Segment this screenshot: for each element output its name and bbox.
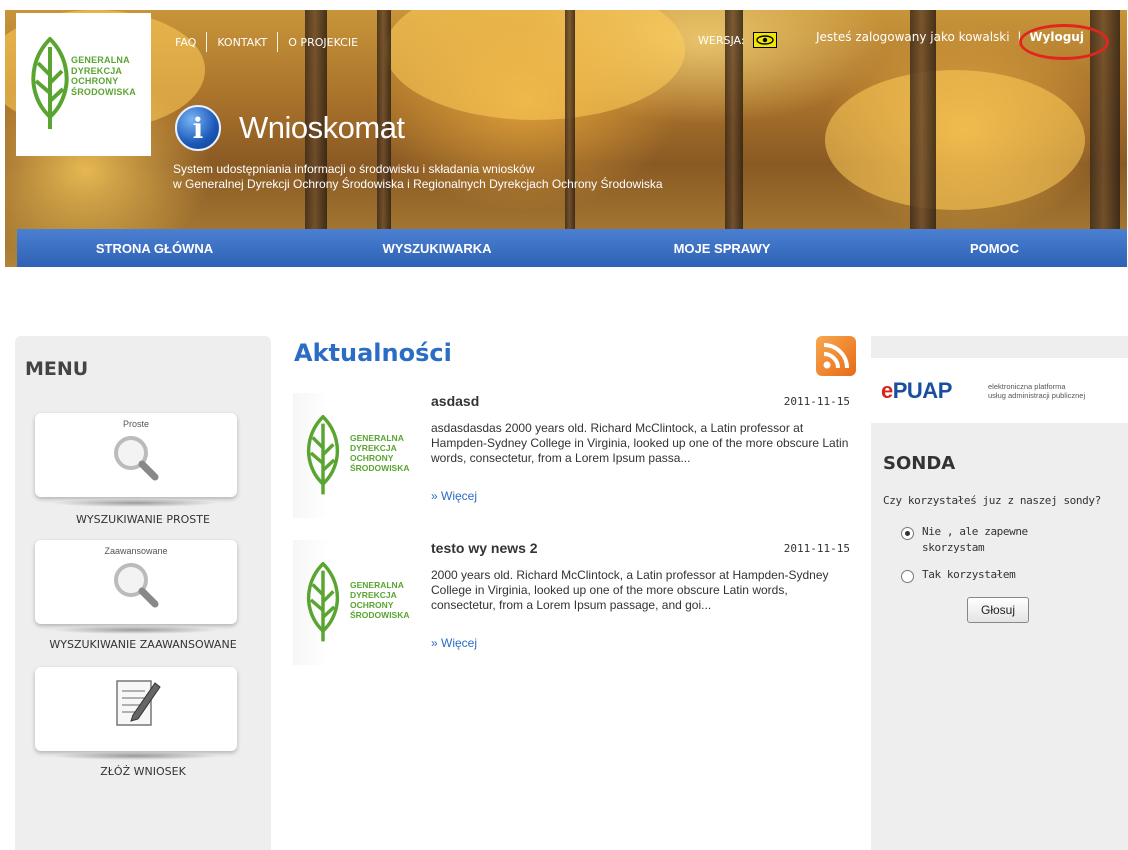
epuap-logo-rest: PUAP — [892, 378, 953, 403]
tree-trunk-decoration — [565, 10, 575, 240]
nav-my-cases[interactable]: MOJE SPRAWY — [582, 229, 862, 267]
nav-help[interactable]: POMOC — [862, 229, 1127, 267]
read-more-link[interactable]: » Więcej — [431, 489, 477, 503]
contact-link[interactable]: KONTAKT — [217, 36, 267, 49]
logo-line: OCHRONY — [350, 600, 394, 610]
tile-caption: Proste — [122, 419, 149, 429]
news-excerpt: asdasdasdas 2000 years old. Richard McCl… — [431, 421, 849, 465]
news-thumbnail: GENERALNA DYREKCJA OCHRONY ŚRODOWISKA — [293, 393, 411, 518]
left-menu: MENU Proste WYSZUKIWANIE PROSTE Zaawanso… — [15, 336, 271, 850]
epuap-desc-line: usług administracji publicznej — [988, 391, 1086, 400]
poll-option-yes[interactable]: Tak korzystałem — [901, 567, 1016, 583]
version-label: WERSJA: — [698, 33, 745, 47]
logo-line: DYREKCJA — [71, 65, 123, 76]
poll-option-no[interactable]: Nie , ale zapewne skorzystam — [901, 524, 1028, 556]
epuap-description: elektroniczna platforma usług administra… — [988, 382, 1085, 400]
right-sidebar: ePUAP elektroniczna platforma usług admi… — [871, 336, 1128, 850]
logo-line: GENERALNA — [350, 580, 404, 590]
poll-question: Czy korzystałeś juz z naszej sondy? — [883, 494, 1101, 507]
magnifier-icon — [114, 563, 159, 608]
tile-shadow — [50, 626, 220, 634]
news-date: 2011-11-15 — [783, 395, 850, 408]
epuap-logo: ePUAP — [881, 378, 952, 404]
news-headline[interactable]: asdasd — [431, 393, 479, 409]
logo-line: GENERALNA — [350, 433, 404, 443]
tree-trunk-decoration — [910, 10, 936, 240]
site-header: GENERALNA DYREKCJA OCHRONY ŚRODOWISKA FA… — [5, 10, 1127, 267]
logo-line: OCHRONY — [350, 453, 394, 463]
foliage-decoration — [825, 70, 1085, 210]
high-contrast-toggle[interactable] — [752, 32, 777, 48]
divider — [206, 32, 208, 52]
poll-option-label: Tak korzystałem — [922, 568, 1016, 581]
app-title: i Wnioskomat — [175, 105, 405, 151]
gdos-logo[interactable]: GENERALNA DYREKCJA OCHRONY ŚRODOWISKA — [16, 13, 151, 156]
menu-title: MENU — [25, 358, 89, 380]
info-icon: i — [175, 105, 221, 151]
poll-option-line: skorzystam — [922, 541, 985, 554]
leaf-logo-icon — [31, 37, 69, 129]
epuap-logo-e: e — [881, 378, 893, 403]
radio-button[interactable] — [901, 570, 914, 583]
logo-line: DYREKCJA — [350, 590, 397, 600]
poll-title: SONDA — [883, 453, 956, 474]
radio-button[interactable] — [901, 527, 914, 540]
logo-line: ŚRODOWISKA — [350, 463, 410, 473]
news-headline[interactable]: testo wy news 2 — [431, 540, 538, 556]
advanced-search-label[interactable]: WYSZUKIWANIE ZAAWANSOWANE — [15, 638, 271, 651]
news-item: GENERALNA DYREKCJA OCHRONY ŚRODOWISKA as… — [293, 393, 856, 523]
logo-text: GENERALNA DYREKCJA OCHRONY ŚRODOWISKA — [350, 580, 410, 620]
version-switch: WERSJA: — [698, 32, 777, 48]
epuap-banner[interactable]: ePUAP elektroniczna platforma usług admi… — [871, 358, 1128, 423]
submit-request-tile[interactable] — [35, 667, 237, 751]
rss-icon — [823, 343, 849, 369]
simple-search-tile[interactable]: Proste — [35, 413, 237, 497]
subtitle-line: w Generalnej Dyrekcji Ochrony Środowiska… — [173, 177, 663, 191]
advanced-search-tile[interactable]: Zaawansowane — [35, 540, 237, 624]
submit-request-label[interactable]: ZŁÓŻ WNIOSEK — [15, 765, 271, 778]
news-item: GENERALNA DYREKCJA OCHRONY ŚRODOWISKA te… — [293, 540, 856, 670]
news-excerpt: 2000 years old. Richard McClintock, a La… — [431, 568, 829, 612]
app-subtitle: System udostępniania informacji o środow… — [173, 162, 663, 192]
main-nav: STRONA GŁÓWNA WYSZUKIWARKA MOJE SPRAWY P… — [17, 229, 1127, 267]
poll-panel — [876, 426, 1121, 844]
divider — [277, 32, 279, 52]
rss-button[interactable] — [816, 336, 856, 376]
logo-line: ŚRODOWISKA — [350, 610, 410, 620]
nav-search[interactable]: WYSZUKIWARKA — [292, 229, 582, 267]
logout-highlight-ring — [1019, 24, 1109, 60]
leaf-logo-icon — [306, 415, 340, 495]
logo-line: ŚRODOWISKA — [71, 86, 136, 97]
poll-option-line: Nie , ale zapewne — [922, 525, 1028, 538]
magnifier-icon — [114, 436, 159, 481]
leaf-logo-icon — [306, 562, 340, 642]
logo-text: GENERALNA DYREKCJA OCHRONY ŚRODOWISKA — [71, 55, 136, 97]
document-pencil-icon — [116, 680, 161, 726]
poll-option-label: Nie , ale zapewne skorzystam — [922, 524, 1028, 556]
top-links: FAQ KONTAKT O PROJEKCIE — [175, 32, 358, 52]
news-thumbnail: GENERALNA DYREKCJA OCHRONY ŚRODOWISKA — [293, 540, 411, 665]
logo-text: GENERALNA DYREKCJA OCHRONY ŚRODOWISKA — [350, 433, 410, 473]
faq-link[interactable]: FAQ — [175, 36, 196, 49]
logo-line: OCHRONY — [71, 76, 119, 86]
read-more-link[interactable]: » Więcej — [431, 636, 477, 650]
simple-search-label[interactable]: WYSZUKIWANIE PROSTE — [15, 513, 271, 526]
epuap-desc-line: elektroniczna platforma — [988, 382, 1066, 391]
subtitle-line: System udostępniania informacji o środow… — [173, 162, 535, 176]
app-name: Wnioskomat — [239, 110, 405, 145]
eye-icon — [755, 35, 774, 45]
news-title: Aktualności — [294, 339, 452, 367]
tile-shadow — [50, 752, 220, 760]
logo-line: GENERALNA — [71, 55, 130, 65]
foliage-decoration — [385, 10, 685, 120]
logo-line: DYREKCJA — [350, 443, 397, 453]
news-date: 2011-11-15 — [783, 542, 850, 555]
tile-caption: Zaawansowane — [104, 546, 168, 556]
nav-home[interactable]: STRONA GŁÓWNA — [17, 229, 292, 267]
about-project-link[interactable]: O PROJEKCIE — [288, 36, 358, 49]
vote-button[interactable]: Głosuj — [967, 597, 1029, 623]
tile-shadow — [50, 499, 220, 507]
logged-in-text: Jesteś zalogowany jako kowalski — [816, 30, 1010, 44]
